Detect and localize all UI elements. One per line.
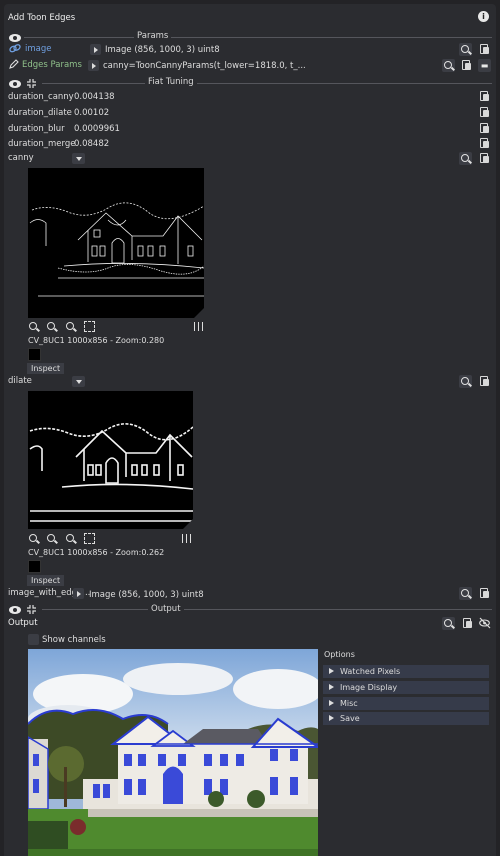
search-image-button[interactable] — [459, 43, 472, 56]
search-icon — [444, 619, 452, 627]
caret-right-icon — [329, 715, 334, 721]
options-title: Options — [324, 650, 355, 659]
zoom-reset-icon[interactable] — [66, 534, 74, 542]
search-icon — [461, 154, 469, 162]
canny-image-info: CV_8UC1 1000x856 - Zoom:0.280 — [28, 336, 165, 345]
params-section-label: Params — [134, 31, 172, 41]
copy-icon[interactable] — [480, 91, 490, 102]
expand-image-button[interactable] — [90, 44, 101, 55]
output-section-label: Output — [148, 604, 184, 614]
zoom-reset-icon[interactable] — [66, 322, 74, 330]
copy-icon[interactable] — [480, 376, 490, 387]
param-value-image: Image (856, 1000, 3) uint8 — [105, 45, 220, 55]
copy-icon[interactable] — [480, 44, 490, 55]
show-channels-label: Show channels — [42, 635, 106, 645]
eye-icon[interactable] — [9, 606, 21, 614]
options-item-label: Misc — [340, 699, 358, 708]
search-icon — [461, 589, 469, 597]
options-misc[interactable]: Misc — [323, 697, 489, 710]
tuning-value: 0.004138 — [74, 92, 115, 102]
copy-icon[interactable] — [480, 588, 490, 599]
collapse-edges-button[interactable]: ▬ — [478, 59, 491, 72]
dilate-inspect-button[interactable]: Inspect — [27, 575, 65, 586]
dilate-label: dilate — [8, 376, 32, 386]
copy-icon[interactable] — [480, 107, 490, 118]
dilate-dropdown[interactable] — [72, 376, 85, 387]
resize-handle[interactable] — [194, 308, 204, 318]
expand-image-with-edges-button[interactable] — [73, 588, 84, 599]
node-title: Add Toon Edges — [8, 13, 76, 23]
search-image-with-edges-button[interactable] — [459, 587, 472, 600]
options-item-label: Image Display — [340, 683, 398, 692]
tuning-value: 0.00102 — [74, 108, 110, 118]
param-label-edges: Edges Params — [22, 60, 82, 70]
tuning-value: 0.0009961 — [74, 124, 120, 134]
zoom-in-icon[interactable] — [29, 322, 37, 330]
zoom-in-icon[interactable] — [29, 534, 37, 542]
search-icon — [461, 45, 469, 53]
image-with-edges-value: Image (856, 1000, 3) uint8 — [89, 590, 204, 600]
link-icon — [9, 44, 21, 53]
param-value-edges: canny=ToonCannyParams(t_lower=1818.0, t_… — [103, 61, 306, 71]
search-dilate-button[interactable] — [459, 375, 472, 388]
canny-image[interactable] — [28, 168, 204, 318]
params-separator — [24, 37, 492, 38]
copy-icon[interactable] — [463, 618, 473, 629]
eye-icon[interactable] — [9, 80, 21, 88]
show-channels-checkbox[interactable] — [28, 634, 39, 645]
output-label: Output — [8, 618, 38, 628]
search-edges-button[interactable] — [442, 59, 455, 72]
expand-edges-button[interactable] — [88, 60, 99, 71]
search-icon — [444, 61, 452, 69]
canny-inspect-button[interactable]: Inspect — [27, 363, 65, 374]
search-icon — [461, 377, 469, 385]
fit-icon[interactable] — [84, 533, 95, 544]
tuning-label: duration_merge — [8, 139, 76, 149]
caret-right-icon — [329, 684, 334, 690]
tuning-label: duration_dilate — [8, 108, 72, 118]
fit-icon[interactable] — [84, 321, 95, 332]
search-canny-button[interactable] — [459, 152, 472, 165]
pencil-icon — [9, 59, 19, 69]
info-icon[interactable]: i — [478, 11, 489, 22]
tuning-section-label: Fiat Tuning — [145, 77, 197, 87]
compress-icon[interactable] — [26, 78, 37, 89]
options-save[interactable]: Save — [323, 712, 489, 725]
zoom-out-icon[interactable] — [47, 534, 55, 542]
output-image[interactable] — [28, 649, 318, 856]
param-label-image: image — [25, 44, 52, 54]
eye-icon[interactable] — [9, 34, 21, 42]
dilate-image-info: CV_8UC1 1000x856 - Zoom:0.262 — [28, 548, 165, 557]
pixel-color-swatch — [28, 348, 41, 361]
zoom-out-icon[interactable] — [47, 322, 55, 330]
options-image-display[interactable]: Image Display — [323, 681, 489, 694]
canny-label: canny — [8, 153, 34, 163]
compress-icon[interactable] — [26, 604, 37, 615]
caret-right-icon — [329, 700, 334, 706]
eye-off-icon[interactable] — [479, 617, 492, 629]
caret-right-icon — [329, 668, 334, 674]
canny-dropdown[interactable] — [72, 153, 85, 164]
options-watched-pixels[interactable]: Watched Pixels — [323, 665, 489, 678]
tuning-label: duration_blur — [8, 124, 65, 134]
copy-icon[interactable] — [480, 153, 490, 164]
tuning-separator — [42, 83, 492, 84]
options-item-label: Save — [340, 714, 360, 723]
copy-icon[interactable] — [480, 123, 490, 134]
search-output-button[interactable] — [442, 617, 455, 630]
options-item-label: Watched Pixels — [340, 667, 401, 676]
pixel-color-swatch — [28, 560, 41, 573]
dilate-image[interactable] — [28, 391, 193, 529]
copy-icon[interactable] — [462, 60, 472, 71]
tuning-value: 0.08482 — [74, 139, 110, 149]
output-separator — [42, 609, 492, 610]
copy-icon[interactable] — [480, 138, 490, 149]
resize-handle[interactable] — [183, 519, 193, 529]
tuning-label: duration_canny — [8, 92, 74, 102]
tune-icon[interactable] — [181, 533, 192, 544]
tune-icon[interactable] — [193, 321, 204, 332]
